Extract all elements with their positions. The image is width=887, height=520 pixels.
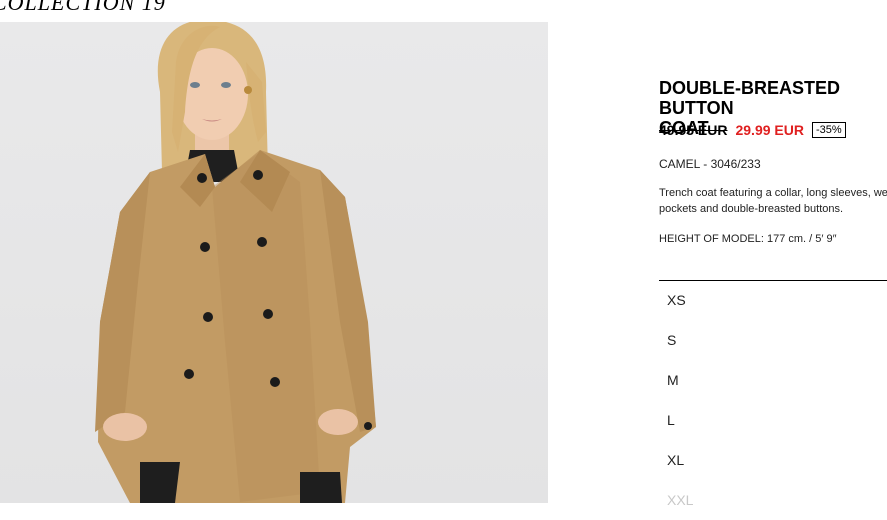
- size-option-l[interactable]: L: [667, 400, 693, 440]
- size-option-xl[interactable]: XL: [667, 440, 693, 480]
- size-option-m[interactable]: M: [667, 360, 693, 400]
- model-height: HEIGHT OF MODEL: 177 cm. / 5′ 9″: [659, 233, 837, 245]
- size-option-xs[interactable]: XS: [667, 280, 693, 320]
- sale-price: 29.99 EUR: [735, 122, 804, 138]
- product-image[interactable]: [0, 22, 548, 503]
- old-price: 49.95 EUR: [659, 122, 728, 138]
- model-wearing-coat-image: [95, 22, 376, 503]
- size-option-xxl[interactable]: XXL: [667, 480, 693, 520]
- color-reference: CAMEL - 3046/233: [659, 157, 761, 171]
- size-selector: XS S M L XL XXL: [667, 280, 693, 520]
- collection-title: COLLECTION 19: [0, 0, 166, 15]
- product-description: Trench coat featuring a collar, long sle…: [659, 187, 887, 215]
- price-row: 49.95 EUR 29.99 EUR -35%: [659, 122, 846, 138]
- discount-badge: -35%: [811, 122, 846, 138]
- size-option-s[interactable]: S: [667, 320, 693, 360]
- product-info-panel: DOUBLE-BREASTED BUTTON COAT 49.95 EUR 29…: [659, 0, 887, 508]
